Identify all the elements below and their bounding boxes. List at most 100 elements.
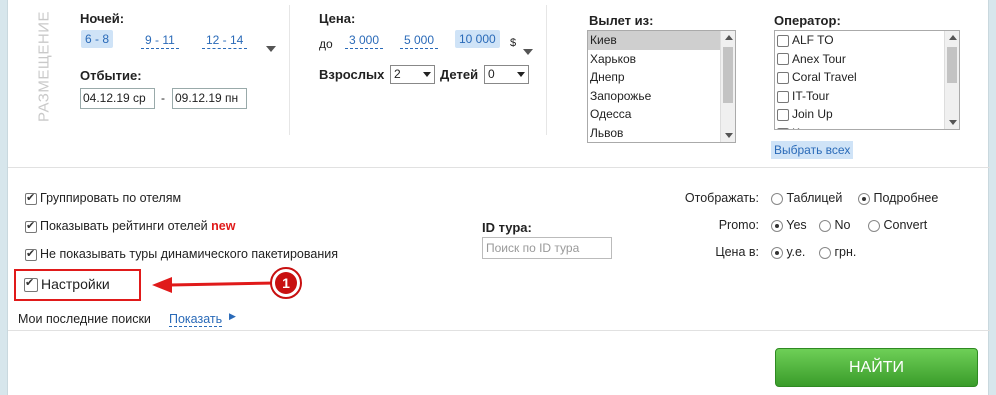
checkbox[interactable] xyxy=(777,90,789,103)
adults-value: 2 xyxy=(394,67,401,81)
operator-list[interactable]: ALF TO Anex Tour Coral Travel IT-Tour Jo… xyxy=(774,30,960,130)
checkbox[interactable] xyxy=(777,109,789,122)
departure-city-label: Вылет из: xyxy=(589,13,654,28)
price-in-label: Цена в: xyxy=(715,245,759,259)
children-label: Детей xyxy=(440,67,479,82)
radio-label: No xyxy=(834,218,851,232)
tour-id-input[interactable]: Поиск по ID тура xyxy=(482,237,612,259)
display-label: Отображать: xyxy=(684,191,759,205)
radio[interactable] xyxy=(771,219,783,232)
search-panel: РАЗМЕЩЕНИЕ Ночей: 6 - 8 9 - 11 12 - 14 О… xyxy=(7,0,990,395)
display-option-table[interactable]: Таблицей xyxy=(771,191,842,205)
find-button[interactable]: НАЙТИ xyxy=(775,348,978,387)
promo-label: Promo: xyxy=(718,218,759,232)
select-all-button[interactable]: Выбрать всех xyxy=(771,141,854,159)
checkbox[interactable] xyxy=(777,34,789,47)
checkbox[interactable] xyxy=(24,276,38,293)
recent-searches-label: Мои последние поиски xyxy=(18,312,151,326)
radio-label: Convert xyxy=(883,218,928,232)
show-recent-link[interactable]: Показать xyxy=(169,312,223,327)
checkbox[interactable] xyxy=(25,247,37,261)
operator-scrollbar[interactable] xyxy=(944,31,959,129)
nights-option-6-8[interactable]: 6 - 8 xyxy=(81,30,114,48)
checkbox[interactable] xyxy=(777,53,789,66)
annotation-arrow xyxy=(152,277,276,293)
price-more-icon[interactable] xyxy=(523,49,533,55)
adults-select[interactable]: 2 xyxy=(390,65,435,84)
option-hotel-ratings[interactable]: Показывать рейтинги отелей new xyxy=(25,219,235,233)
promo-option-no[interactable]: No xyxy=(819,218,850,232)
date-separator: - xyxy=(161,91,165,105)
scroll-down-icon[interactable] xyxy=(725,133,733,138)
city-item[interactable]: Киев xyxy=(588,31,735,50)
departure-label: Отбытие: xyxy=(80,68,142,83)
radio-label: Таблицей xyxy=(786,191,843,205)
scroll-thumb[interactable] xyxy=(723,47,733,103)
option-dynamic-packaging[interactable]: Не показывать туры динамического пакетир… xyxy=(25,247,338,261)
radio[interactable] xyxy=(771,246,783,259)
settings-label: Настройки xyxy=(41,276,110,292)
radio[interactable] xyxy=(771,192,783,205)
promo-option-convert[interactable]: Convert xyxy=(868,218,927,232)
new-badge: new xyxy=(211,219,236,233)
currency-option-uah[interactable]: грн. xyxy=(819,245,856,259)
column-divider xyxy=(289,5,290,135)
radio[interactable] xyxy=(819,246,831,259)
nights-more-icon[interactable] xyxy=(266,46,276,52)
radio-label: у.е. xyxy=(786,245,806,259)
operator-item[interactable]: K xyxy=(775,124,959,129)
radio-label: Yes xyxy=(786,218,807,232)
operator-item[interactable]: Join Up xyxy=(775,105,959,124)
operator-item[interactable]: Anex Tour xyxy=(775,50,959,69)
operator-item-label: IT-Tour xyxy=(792,88,830,103)
option-label: Показывать рейтинги отелей xyxy=(40,219,208,233)
price-option-10000[interactable]: 10 000 xyxy=(455,30,500,48)
city-scrollbar[interactable] xyxy=(720,31,735,142)
operator-item[interactable]: IT-Tour xyxy=(775,87,959,106)
caret-right-icon: ▶ xyxy=(229,311,236,321)
price-option-3000[interactable]: 3 000 xyxy=(345,31,384,49)
nights-option-9-11[interactable]: 9 - 11 xyxy=(141,31,179,49)
date-to-input[interactable]: 09.12.19 пн xyxy=(172,88,247,109)
children-select[interactable]: 0 xyxy=(484,65,529,84)
promo-option-yes[interactable]: Yes xyxy=(771,218,807,232)
operator-label: Оператор: xyxy=(774,13,841,28)
option-label: Группировать по отелям xyxy=(40,191,182,205)
scroll-thumb[interactable] xyxy=(947,47,957,83)
operator-item[interactable]: ALF TO xyxy=(775,31,959,50)
price-option-5000[interactable]: 5 000 xyxy=(400,31,439,49)
checkbox[interactable] xyxy=(777,72,789,85)
nights-option-12-14[interactable]: 12 - 14 xyxy=(202,31,248,49)
scroll-up-icon[interactable] xyxy=(949,35,957,40)
scroll-up-icon[interactable] xyxy=(725,35,733,40)
option-label: Не показывать туры динамического пакетир… xyxy=(40,247,338,261)
city-item[interactable]: Харьков xyxy=(588,50,735,69)
checkbox[interactable] xyxy=(25,191,37,205)
date-from-input[interactable]: 04.12.19 ср xyxy=(80,88,155,109)
section-title: РАЗМЕЩЕНИЕ xyxy=(35,10,53,123)
price-label: Цена: xyxy=(319,11,356,26)
display-option-detailed[interactable]: Подробнее xyxy=(858,191,938,205)
scroll-down-icon[interactable] xyxy=(949,120,957,125)
radio-label: Подробнее xyxy=(873,191,939,205)
option-group-hotels[interactable]: Группировать по отелям xyxy=(25,191,181,205)
city-item[interactable]: Запорожье xyxy=(588,87,735,106)
nights-label: Ночей: xyxy=(80,11,125,26)
currency-label: $ xyxy=(510,37,517,49)
radio[interactable] xyxy=(819,219,831,232)
currency-option-ue[interactable]: у.е. xyxy=(771,245,805,259)
radio[interactable] xyxy=(868,219,880,232)
operator-item-label: K xyxy=(792,126,800,129)
section-divider xyxy=(8,167,990,168)
city-item[interactable]: Львов xyxy=(588,124,735,142)
checkbox[interactable] xyxy=(25,219,37,233)
settings-option[interactable]: Настройки xyxy=(24,276,110,293)
operator-item[interactable]: Coral Travel xyxy=(775,68,959,87)
departure-city-list[interactable]: Киев Харьков Днепр Запорожье Одесса Льво… xyxy=(587,30,736,143)
city-item[interactable]: Днепр xyxy=(588,68,735,87)
checkbox[interactable] xyxy=(777,127,789,129)
radio[interactable] xyxy=(858,192,870,205)
city-item[interactable]: Одесса xyxy=(588,105,735,124)
operator-item-label: Coral Travel xyxy=(792,70,857,85)
column-divider xyxy=(546,5,547,135)
